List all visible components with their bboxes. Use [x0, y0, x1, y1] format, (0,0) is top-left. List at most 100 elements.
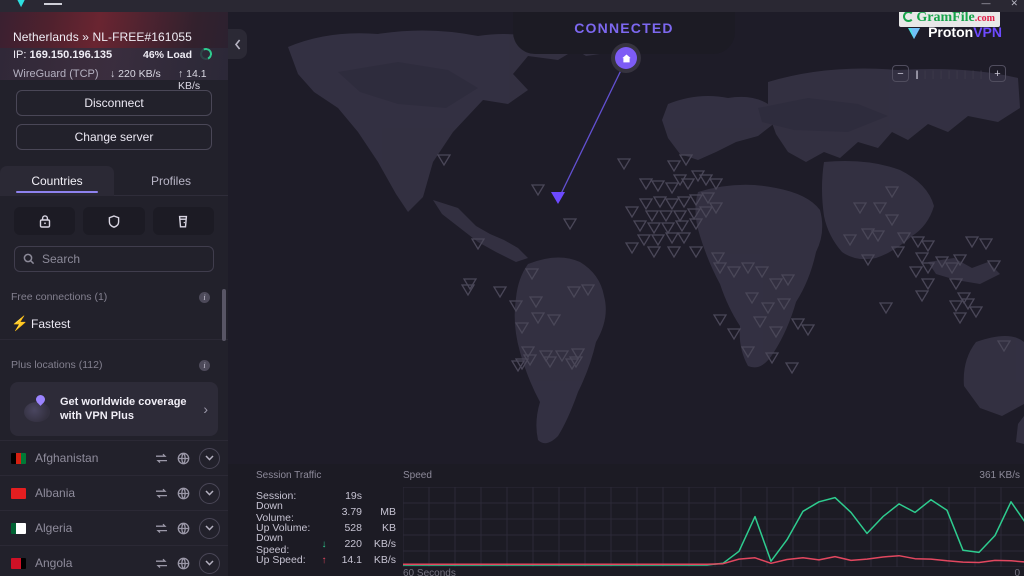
expand-country-button[interactable] — [199, 483, 220, 504]
server-load-label: 46% Load — [143, 49, 192, 61]
globe-icon[interactable] — [177, 557, 190, 570]
streaming-filter-button[interactable] — [153, 207, 214, 235]
session-stat-row: Down Volume:3.79MB — [256, 504, 396, 520]
gramfile-watermark: GramFile.com — [899, 10, 1000, 26]
session-traffic-panel: Session Traffic Session:19sDown Volume:3… — [256, 470, 396, 568]
search-box[interactable] — [14, 246, 214, 272]
country-flag-icon — [11, 558, 26, 569]
watermark-com: com — [977, 13, 995, 24]
close-button[interactable]: ✕ — [1010, 0, 1018, 8]
home-node-badge[interactable] — [611, 43, 641, 73]
expand-country-button[interactable] — [199, 448, 220, 469]
secure-core-lock-icon — [38, 214, 52, 229]
smart-routing-icon[interactable] — [155, 453, 168, 464]
change-server-button[interactable]: Change server — [16, 124, 212, 150]
netshield-shield-icon — [107, 214, 121, 229]
connection-header: Netherlands » NL-FREE#161055 IP: 169.150… — [0, 12, 228, 80]
connection-line — [558, 60, 626, 200]
ip-value: 169.150.196.135 — [30, 49, 113, 61]
protocol-label: WireGuard (TCP) — [13, 68, 99, 80]
netshield-filter-button[interactable] — [83, 207, 144, 235]
protonvpn-logo-icon — [906, 25, 922, 41]
country-row[interactable]: Albania — [0, 475, 228, 510]
map-zoom-control[interactable]: − ||||||||| + — [892, 65, 1006, 82]
zoom-tick[interactable]: | — [961, 69, 969, 79]
smart-routing-icon[interactable] — [155, 488, 168, 499]
zoom-in-button[interactable]: + — [989, 65, 1006, 82]
expand-country-button[interactable] — [199, 553, 220, 574]
streaming-icon — [176, 214, 190, 229]
promo-text: Get worldwide coverage with VPN Plus — [56, 395, 203, 423]
stat-value: 3.79 — [330, 506, 362, 518]
protonvpn-logo-icon: ▼ — [14, 0, 28, 10]
zoom-tick[interactable]: | — [913, 69, 921, 79]
section-header-free: Free connections (1) i — [0, 286, 228, 308]
chevron-left-icon — [234, 39, 242, 50]
free-connections-info-icon[interactable]: i — [199, 292, 210, 303]
session-stat-row: Down Speed:↓220KB/s — [256, 536, 396, 552]
zoom-tick[interactable]: | — [977, 69, 985, 79]
axis-label-left: 60 Seconds — [403, 568, 456, 576]
world-map[interactable]: CONNECTED − ||||||||| + — [228, 12, 1024, 464]
stat-label: Down Volume: — [256, 500, 318, 524]
connection-status-label: CONNECTED — [513, 20, 735, 36]
country-row[interactable]: Angola — [0, 545, 228, 576]
smart-routing-icon[interactable] — [155, 523, 168, 534]
speed-chart-svg — [403, 487, 1024, 567]
sidebar-tabs: Countries Profiles — [0, 166, 228, 196]
stat-value: 19s — [330, 490, 362, 502]
country-flag-icon — [11, 453, 26, 464]
tab-profiles[interactable]: Profiles — [114, 166, 228, 196]
globe-icon[interactable] — [177, 522, 190, 535]
section-header-plus: Plus locations (112) i — [0, 354, 228, 376]
stat-unit: KB/s — [362, 538, 396, 550]
zoom-tick[interactable]: | — [945, 69, 953, 79]
speed-max-label: 361 KB/s — [979, 470, 1020, 481]
zoom-tick[interactable]: | — [937, 69, 945, 79]
zoom-out-button[interactable]: − — [892, 65, 909, 82]
minimize-button[interactable]: — — [981, 0, 990, 8]
country-name: Albania — [35, 486, 146, 500]
fastest-label: Fastest — [31, 317, 70, 331]
stat-value: 14.1 — [330, 554, 362, 566]
stat-arrow-icon: ↑ — [318, 555, 330, 566]
country-row[interactable]: Afghanistan — [0, 440, 228, 475]
speed-series-download — [403, 498, 1024, 565]
upload-arrow-icon: ↑ — [178, 68, 183, 80]
fastest-row[interactable]: ⚡ Fastest — [0, 308, 228, 340]
disconnect-button[interactable]: Disconnect — [16, 90, 212, 116]
country-flag-icon — [11, 523, 26, 534]
session-traffic-title: Session Traffic — [256, 470, 396, 481]
zoom-tick[interactable]: | — [953, 69, 961, 79]
secure-core-filter-button[interactable] — [14, 207, 75, 235]
plus-locations-info-icon[interactable]: i — [199, 360, 210, 371]
speed-graph — [403, 487, 1024, 567]
stat-arrow-icon: ↓ — [318, 539, 330, 550]
upload-rate: ↑ 14.1 KB/s — [178, 68, 228, 92]
search-input[interactable] — [42, 252, 205, 266]
home-icon — [621, 53, 632, 64]
watermark-gram: Gram — [916, 10, 952, 25]
zoom-tick[interactable]: | — [929, 69, 937, 79]
globe-icon[interactable] — [177, 452, 190, 465]
zoom-tick[interactable]: | — [969, 69, 977, 79]
smart-routing-icon[interactable] — [155, 558, 168, 569]
upload-rate-value: 14.1 KB/s — [178, 68, 207, 92]
sidebar: Netherlands » NL-FREE#161055 IP: 169.150… — [0, 12, 228, 576]
promo-chevron-right-icon: › — [203, 401, 208, 417]
vpn-plus-upsell-banner[interactable]: Get worldwide coverage with VPN Plus › — [10, 382, 218, 436]
hamburger-menu-icon[interactable] — [44, 0, 62, 8]
globe-icon[interactable] — [177, 487, 190, 500]
country-name: Afghanistan — [35, 451, 146, 465]
sidebar-scrollbar[interactable] — [222, 289, 226, 341]
expand-country-button[interactable] — [199, 518, 220, 539]
tab-countries[interactable]: Countries — [0, 166, 114, 196]
country-row[interactable]: Algeria — [0, 510, 228, 545]
speed-graph-panel: Speed 361 KB/s 60 Seconds 0 — [403, 470, 1024, 576]
axis-label-right: 0 — [1014, 568, 1020, 576]
active-server-marker — [551, 192, 565, 204]
zoom-slider-track[interactable]: ||||||||| — [913, 69, 985, 79]
session-stat-row: Up Speed:↑14.1KB/s — [256, 552, 396, 568]
zoom-tick[interactable]: | — [921, 69, 929, 79]
sidebar-collapse-button[interactable] — [228, 29, 247, 59]
